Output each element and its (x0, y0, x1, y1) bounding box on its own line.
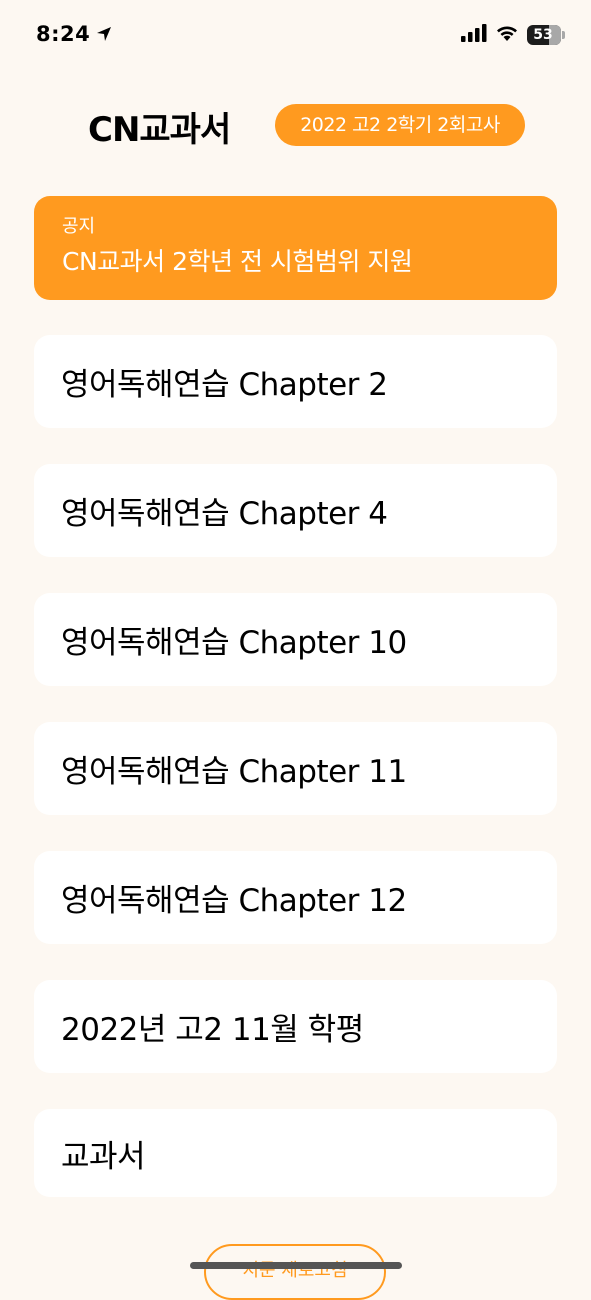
list-item-textbook[interactable]: 교과서 (34, 1109, 557, 1197)
battery-level: 53 (533, 27, 553, 43)
header: CN교과서 2022 고2 2학기 2회고사 (0, 96, 591, 154)
status-bar: 8:24 53 (0, 0, 591, 70)
list-item-chapter-11[interactable]: 영어독해연습 Chapter 11 (34, 722, 557, 815)
list-item-chapter-10[interactable]: 영어독해연습 Chapter 10 (34, 593, 557, 686)
cellular-signal-icon (461, 24, 487, 46)
location-arrow-icon (96, 26, 112, 42)
home-indicator[interactable] (190, 1262, 402, 1269)
battery-tip (562, 31, 565, 39)
chapter-list: 영어독해연습 Chapter 2 영어독해연습 Chapter 4 영어독해연습… (34, 335, 557, 1233)
status-indicators: 53 (461, 24, 565, 46)
notice-label: 공지 (62, 216, 96, 237)
battery-group: 53 (527, 25, 565, 45)
exam-selector-button[interactable]: 2022 고2 2학기 2회고사 (275, 104, 525, 146)
list-item-chapter-2[interactable]: 영어독해연습 Chapter 2 (34, 335, 557, 428)
notice-banner[interactable]: 공지 CN교과서 2학년 전 시험범위 지원 (34, 196, 557, 300)
app-title: CN교과서 (88, 110, 231, 150)
list-item-mock-exam[interactable]: 2022년 고2 11월 학평 (34, 980, 557, 1073)
status-time: 8:24 (36, 22, 91, 46)
battery-icon: 53 (527, 25, 561, 45)
list-item-chapter-12[interactable]: 영어독해연습 Chapter 12 (34, 851, 557, 944)
wifi-icon (495, 24, 519, 46)
refresh-button[interactable]: 지문 새로고침 (204, 1244, 386, 1300)
notice-text: CN교과서 2학년 전 시험범위 지원 (62, 247, 413, 276)
status-time-group: 8:24 (36, 22, 112, 46)
list-item-chapter-4[interactable]: 영어독해연습 Chapter 4 (34, 464, 557, 557)
